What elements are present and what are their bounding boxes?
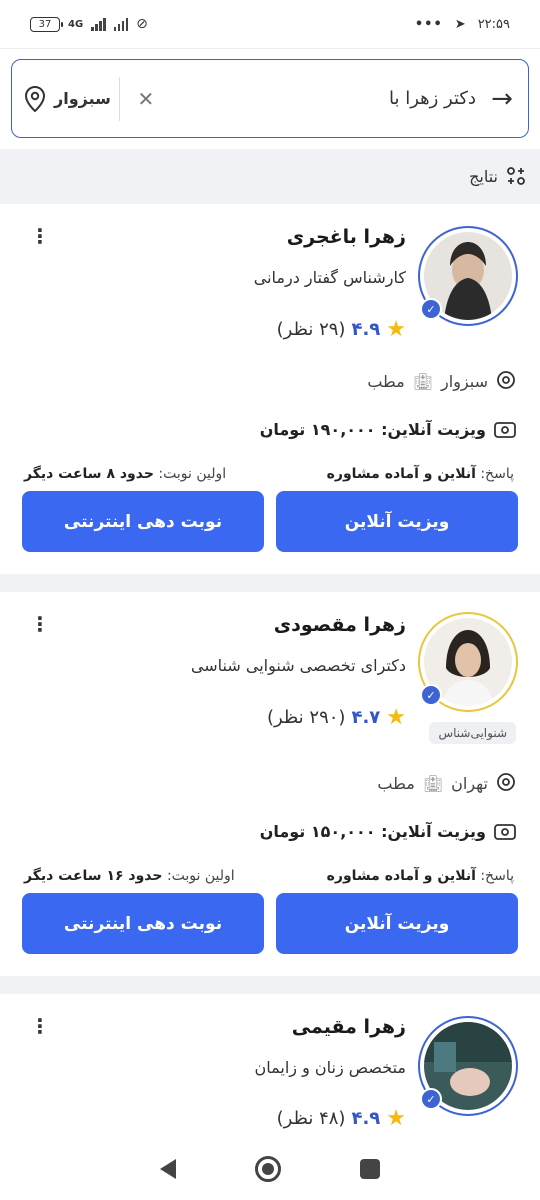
avatar[interactable]: ✓ bbox=[418, 612, 518, 712]
visit-fee-text: ویزیت آنلاین: ۱۹۰,۰۰۰ تومان bbox=[259, 420, 486, 439]
star-icon: ★ bbox=[386, 705, 406, 730]
rating: ★ ۴.۹ (۴۸ نظر) bbox=[277, 1106, 406, 1131]
more-options-icon[interactable]: ⋮ bbox=[30, 226, 50, 246]
cash-icon bbox=[494, 421, 516, 438]
doctor-card[interactable]: ✓ زهرا مقیمی متخصص زنان و زایمان ⋮ ★ ۴.۹… bbox=[0, 994, 540, 1138]
doctor-specialty: کارشناس گفتار درمانی bbox=[253, 268, 406, 287]
first-appointment: اولین نوبت: حدود ۱۶ ساعت دیگر bbox=[24, 868, 235, 884]
review-count: (۲۹۰ نظر) bbox=[266, 707, 346, 728]
doctor-card[interactable]: ✓ زهرا مقصودی دکترای تخصصی شنوایی شناسی … bbox=[0, 592, 540, 976]
home-icon[interactable] bbox=[254, 1156, 281, 1182]
signal-icon bbox=[91, 17, 106, 31]
book-appointment-button[interactable]: نوبت دهی اینترنتی bbox=[22, 491, 264, 552]
network-label: 4G bbox=[68, 18, 84, 30]
search-section: → دکتر زهرا با ✕ سبزوار bbox=[0, 48, 540, 149]
rating: ★ ۴.۷ (۲۹۰ نظر) bbox=[267, 705, 406, 730]
specialty-tag: شنوایی‌شناس bbox=[429, 722, 516, 744]
city-label: سبزوار bbox=[54, 89, 111, 108]
visit-fee-text: ویزیت آنلاین: ۱۵۰,۰۰۰ تومان bbox=[259, 822, 486, 841]
recent-apps-icon[interactable] bbox=[360, 1159, 381, 1179]
divider bbox=[118, 76, 120, 121]
city-name: سبزوار bbox=[441, 371, 488, 391]
clock: ۲۲:۵۹ bbox=[477, 16, 510, 32]
search-bar[interactable]: → دکتر زهرا با ✕ سبزوار bbox=[11, 59, 529, 138]
system-nav-bar bbox=[0, 1138, 540, 1200]
card-actions: ویزیت آنلاین نوبت دهی اینترنتی bbox=[22, 491, 518, 552]
hospital-icon: 🏥︎ bbox=[412, 371, 434, 391]
online-visit-button[interactable]: ویزیت آنلاین bbox=[276, 491, 518, 552]
verified-badge-icon: ✓ bbox=[420, 684, 442, 706]
rating-score: ۴.۷ bbox=[351, 707, 381, 728]
rating: ★ ۴.۹ (۲۹ نظر) bbox=[277, 317, 406, 342]
rating-score: ۴.۹ bbox=[351, 319, 381, 340]
status-right: ••• ➤ ۲۲:۵۹ bbox=[415, 17, 510, 32]
office-label: مطب bbox=[367, 371, 405, 391]
availability-row: پاسخ: آنلاین و آماده مشاوره اولین نوبت: … bbox=[24, 466, 514, 482]
hospital-icon: 🏥︎ bbox=[422, 773, 444, 793]
card-actions: ویزیت آنلاین نوبت دهی اینترنتی bbox=[22, 893, 518, 954]
location-pin-icon bbox=[497, 773, 515, 791]
online-visit-button[interactable]: ویزیت آنلاین bbox=[276, 893, 518, 954]
status-left: 37 4G ⊘ bbox=[30, 16, 148, 32]
visit-fee: ویزیت آنلاین: ۱۵۰,۰۰۰ تومان bbox=[260, 822, 516, 841]
results-header: نتایج bbox=[0, 150, 540, 202]
first-appointment: اولین نوبت: حدود ۸ ساعت دیگر bbox=[24, 466, 227, 482]
response-value: آنلاین و آماده مشاوره bbox=[326, 466, 476, 482]
star-icon: ★ bbox=[386, 1106, 406, 1131]
search-input[interactable]: دکتر زهرا با bbox=[164, 88, 476, 109]
verified-badge-icon: ✓ bbox=[420, 1088, 442, 1110]
review-count: (۴۸ نظر) bbox=[276, 1108, 346, 1129]
doctor-specialty: متخصص زنان و زایمان bbox=[254, 1058, 407, 1077]
office-label: مطب bbox=[377, 773, 415, 793]
first-appointment-value: حدود ۸ ساعت دیگر bbox=[24, 466, 154, 482]
response-status: پاسخ: آنلاین و آماده مشاوره bbox=[326, 466, 514, 482]
rating-score: ۴.۹ bbox=[351, 1108, 381, 1129]
response-value: آنلاین و آماده مشاوره bbox=[326, 868, 476, 884]
doctor-specialty: دکترای تخصصی شنوایی شناسی bbox=[190, 656, 406, 675]
verified-badge-icon: ✓ bbox=[420, 298, 442, 320]
book-appointment-button[interactable]: نوبت دهی اینترنتی bbox=[22, 893, 264, 954]
clear-icon[interactable]: ✕ bbox=[128, 87, 164, 111]
doctor-card[interactable]: ✓ زهرا باغجری کارشناس گفتار درمانی ⋮ ★ ۴… bbox=[0, 204, 540, 574]
city-name: تهران bbox=[451, 773, 488, 793]
location-pin-icon bbox=[497, 371, 515, 389]
more-notifications-icon: ••• bbox=[414, 16, 443, 32]
more-options-icon[interactable]: ⋮ bbox=[30, 614, 50, 634]
battery-icon: 37 bbox=[30, 16, 63, 32]
doctor-name[interactable]: زهرا مقصودی bbox=[274, 614, 406, 636]
review-count: (۲۹ نظر) bbox=[276, 319, 346, 340]
back-icon[interactable] bbox=[159, 1159, 176, 1179]
arrow-right-icon[interactable]: → bbox=[476, 84, 528, 114]
avatar[interactable]: ✓ bbox=[418, 1016, 518, 1116]
location-pin-icon bbox=[24, 85, 46, 112]
results-title: نتایج bbox=[469, 166, 498, 186]
signal-icon-2 bbox=[113, 17, 129, 31]
location: سبزوار 🏥︎ مطب bbox=[367, 370, 516, 392]
more-options-icon[interactable]: ⋮ bbox=[30, 1016, 50, 1036]
doctor-name[interactable]: زهرا باغجری bbox=[287, 226, 406, 248]
cash-icon bbox=[494, 823, 516, 840]
wifi-off-icon: ⊘ bbox=[136, 16, 148, 32]
availability-row: پاسخ: آنلاین و آماده مشاوره اولین نوبت: … bbox=[24, 868, 514, 884]
status-bar: 37 4G ⊘ ••• ➤ ۲۲:۵۹ bbox=[0, 0, 540, 48]
doctor-name[interactable]: زهرا مقیمی bbox=[292, 1016, 406, 1038]
avatar[interactable]: ✓ bbox=[418, 226, 518, 326]
location: تهران 🏥︎ مطب bbox=[377, 772, 516, 794]
telegram-icon: ➤ bbox=[454, 16, 466, 32]
response-status: پاسخ: آنلاین و آماده مشاوره bbox=[326, 868, 514, 884]
star-icon: ★ bbox=[386, 317, 406, 342]
city-selector[interactable]: سبزوار bbox=[12, 85, 111, 112]
visit-fee: ویزیت آنلاین: ۱۹۰,۰۰۰ تومان bbox=[260, 420, 516, 439]
filter-icon[interactable] bbox=[506, 166, 526, 186]
first-appointment-value: حدود ۱۶ ساعت دیگر bbox=[24, 868, 163, 884]
